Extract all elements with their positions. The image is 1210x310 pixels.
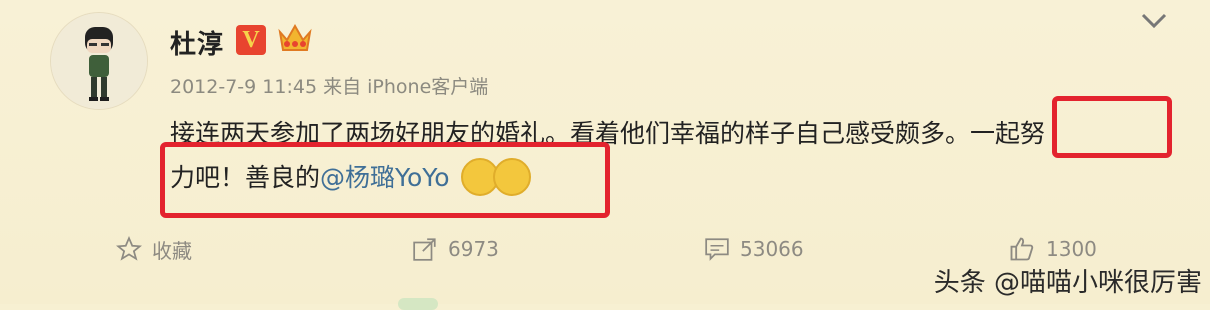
- thumbs-up-icon: [1010, 237, 1034, 261]
- comment-button[interactable]: 53066: [704, 232, 804, 266]
- post-timestamp[interactable]: 2012-7-9 11:45: [170, 76, 317, 98]
- avatar-illustration: [51, 13, 147, 109]
- verified-badge: V: [236, 25, 266, 55]
- repost-button[interactable]: 6973: [412, 232, 499, 266]
- like-count: 1300: [1046, 237, 1097, 261]
- comment-count: 53066: [740, 237, 804, 261]
- member-crown-icon: [278, 23, 312, 51]
- favorite-label: 收藏: [152, 238, 192, 263]
- highlight-box-bottom: [160, 142, 610, 218]
- avatar[interactable]: [50, 12, 148, 110]
- chevron-down-icon[interactable]: [1140, 10, 1168, 32]
- highlight-box-top: [1052, 96, 1172, 158]
- repost-icon: [413, 238, 436, 261]
- favorite-button[interactable]: 收藏: [116, 232, 192, 266]
- star-icon: [116, 236, 142, 261]
- post-meta: 2012-7-9 11:45 来自 iPhone客户端: [170, 72, 488, 99]
- post-source[interactable]: 来自 iPhone客户端: [323, 76, 488, 98]
- weibo-post-card: 杜淳 V 2012-7-9 11:45 来自 iPhone客户端 接连两天参加了…: [0, 0, 1210, 310]
- like-button[interactable]: 1300: [1008, 232, 1097, 266]
- comment-icon: [705, 238, 729, 261]
- bottom-decoration: [398, 298, 438, 310]
- watermark: 头条 @喵喵小咪很厉害: [933, 268, 1202, 298]
- repost-count: 6973: [448, 237, 499, 261]
- author-name[interactable]: 杜淳: [170, 24, 224, 61]
- action-bar: 收藏 6973 53066 1300: [0, 232, 1210, 266]
